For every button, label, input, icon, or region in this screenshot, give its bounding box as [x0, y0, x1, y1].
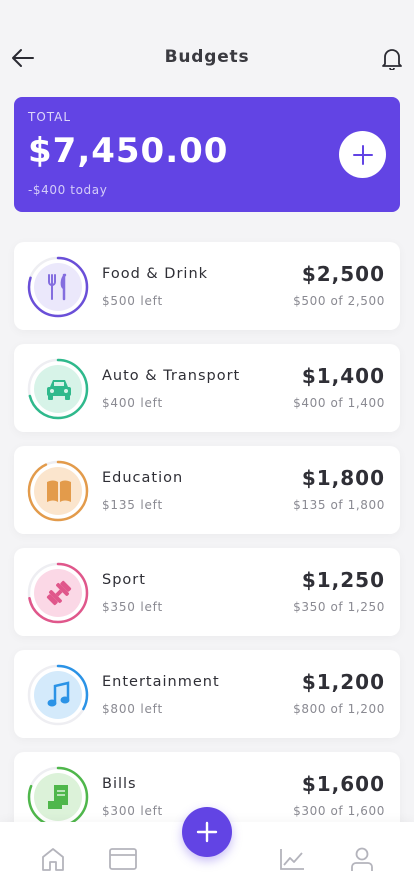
budget-card-entertainment[interactable]: Entertainment $800 left $1,200 $800 of 1… [14, 650, 400, 738]
profile-icon [351, 847, 373, 871]
plus-icon [352, 144, 373, 165]
add-budget-button[interactable] [339, 131, 386, 178]
card-icon [109, 848, 137, 870]
add-transaction-button[interactable] [182, 807, 232, 857]
budget-remaining: $300 left [102, 804, 163, 818]
budget-name: Sport [102, 572, 146, 588]
budget-remaining: $350 left [102, 600, 163, 614]
book-icon [45, 477, 73, 505]
budget-card-education[interactable]: Education $135 left $1,800 $135 of 1,800 [14, 446, 400, 534]
budget-remaining: $500 left [102, 294, 163, 308]
budget-remaining: $800 left [102, 702, 163, 716]
tab-profile[interactable] [347, 844, 377, 874]
budget-progress-text: $135 of 1,800 [293, 498, 385, 512]
tab-stats[interactable] [277, 844, 307, 874]
receipt-icon [45, 783, 73, 811]
budget-name: Bills [102, 776, 137, 792]
budget-progress-text: $500 of 2,500 [293, 294, 385, 308]
plus-icon [196, 821, 218, 843]
budget-name: Auto & Transport [102, 368, 241, 384]
total-change: -$400 today [28, 183, 108, 197]
car-icon [45, 375, 73, 403]
budget-name: Food & Drink [102, 266, 209, 282]
budget-amount: $1,600 [301, 772, 385, 796]
budget-progress-text: $300 of 1,600 [293, 804, 385, 818]
budget-amount: $2,500 [301, 262, 385, 286]
total-card: TOTAL $7,450.00 -$400 today [14, 97, 400, 212]
budget-amount: $1,800 [301, 466, 385, 490]
music-note-icon [45, 681, 73, 709]
budget-remaining: $135 left [102, 498, 163, 512]
page-title: Budgets [164, 47, 250, 67]
budget-name: Entertainment [102, 674, 220, 690]
header: Budgets [0, 0, 414, 100]
dumbbell-icon [45, 579, 73, 607]
total-amount: $7,450.00 [28, 131, 229, 171]
tab-home[interactable] [38, 844, 68, 874]
budget-amount: $1,250 [301, 568, 385, 592]
bell-icon [382, 49, 402, 70]
budget-amount: $1,400 [301, 364, 385, 388]
home-icon [42, 848, 64, 871]
tab-cards[interactable] [108, 844, 138, 874]
budget-progress-text: $400 of 1,400 [293, 396, 385, 410]
budget-name: Education [102, 470, 184, 486]
budget-amount: $1,200 [301, 670, 385, 694]
fork-knife-icon [45, 273, 73, 301]
budget-progress-text: $800 of 1,200 [293, 702, 385, 716]
total-label: TOTAL [28, 110, 72, 124]
notifications-button[interactable] [380, 46, 404, 72]
budget-card-food-drink[interactable]: Food & Drink $500 left $2,500 $500 of 2,… [14, 242, 400, 330]
budget-card-auto-transport[interactable]: Auto & Transport $400 left $1,400 $400 o… [14, 344, 400, 432]
chart-icon [280, 849, 304, 870]
budget-remaining: $400 left [102, 396, 163, 410]
budget-progress-text: $350 of 1,250 [293, 600, 385, 614]
budget-card-sport[interactable]: Sport $350 left $1,250 $350 of 1,250 [14, 548, 400, 636]
